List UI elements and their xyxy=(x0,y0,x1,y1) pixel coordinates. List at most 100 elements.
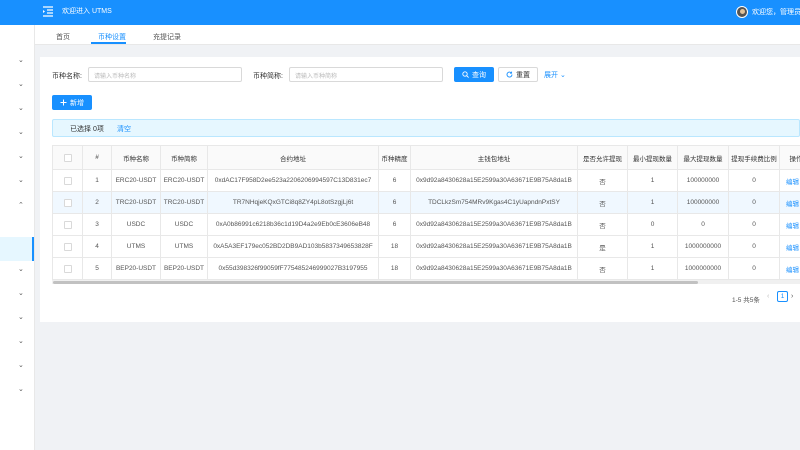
table-row: 1 ERC20-USDT ERC20-USDT 0xdAC17F958D2ee5… xyxy=(52,169,800,192)
currency-table: # 币种名称 币种简称 合约地址 币种精度 主钱包地址 是否允许提现 最小提现数… xyxy=(52,145,800,280)
query-button[interactable]: 查询 xyxy=(454,67,494,82)
chevron-down-icon[interactable]: ⌄ xyxy=(18,104,24,112)
chevron-down-icon[interactable]: ⌄ xyxy=(18,265,24,273)
table-row: 4 UTMS UTMS 0xA5A3EF179ec052BD2DB9AD103b… xyxy=(52,235,800,258)
table-row: 2 TRC20-USDT TRC20-USDT TR7NHqjeKQxGTCi8… xyxy=(52,191,800,214)
cell-actions: 编辑 删 xyxy=(779,191,800,214)
add-button-label: 新增 xyxy=(70,99,84,107)
page-number-current[interactable]: 1 xyxy=(777,291,788,302)
column-header: 操作 xyxy=(779,145,800,170)
tab-currency-settings[interactable]: 币种设置 xyxy=(98,32,126,42)
row-checkbox[interactable] xyxy=(52,169,83,192)
column-header: # xyxy=(82,145,112,170)
row-checkbox[interactable] xyxy=(52,257,83,280)
chevron-down-icon[interactable]: ⌄ xyxy=(18,176,24,184)
query-button-label: 查询 xyxy=(472,71,486,79)
cell-index: 5 xyxy=(82,257,112,280)
user-greeting[interactable]: 欢迎您，管理员 xyxy=(752,7,800,17)
cell-max-withdraw: 0 xyxy=(677,213,729,236)
chevron-down-icon[interactable]: ⌄ xyxy=(18,313,24,321)
row-checkbox[interactable] xyxy=(52,191,83,214)
reset-button-label: 重置 xyxy=(516,71,530,79)
active-tab-indicator xyxy=(91,42,126,44)
cell-contract: 0xdAC17F958D2ee523a2206206994597C13D831e… xyxy=(207,169,379,192)
cell-min-withdraw: 1 xyxy=(627,191,678,214)
cell-precision: 6 xyxy=(378,213,411,236)
row-checkbox[interactable] xyxy=(52,213,83,236)
chevron-down-icon[interactable]: ⌄ xyxy=(18,128,24,136)
avatar[interactable] xyxy=(736,6,748,18)
cell-contract: 0xA0b86991c6218b36c1d19D4a2e9Eb0cE3606eB… xyxy=(207,213,379,236)
column-header: 最大提现数量 xyxy=(677,145,729,170)
row-checkbox[interactable] xyxy=(52,235,83,258)
plus-icon xyxy=(60,99,67,106)
edit-link[interactable]: 编辑 xyxy=(786,223,799,230)
cell-max-withdraw: 1000000000 xyxy=(677,257,729,280)
edit-link[interactable]: 编辑 xyxy=(786,267,799,274)
edit-link[interactable]: 编辑 xyxy=(786,179,799,186)
cell-wallet: TDCLkzSm754MRv9Kgas4C1yUapndnPxtSY xyxy=(410,191,578,214)
chevron-right-icon[interactable]: › xyxy=(791,293,793,300)
cell-actions: 编辑 删 xyxy=(779,235,800,258)
chevron-down-icon: ⌄ xyxy=(559,72,566,79)
cell-wallet: 0x9d92a8430628a15E2599a30A63671E9B75A8da… xyxy=(410,213,578,236)
tab-deposit-withdraw-records[interactable]: 充提记录 xyxy=(153,32,181,42)
column-header: 最小提现数量 xyxy=(627,145,678,170)
cell-min-withdraw: 0 xyxy=(627,213,678,236)
cell-fee-ratio: 0 xyxy=(728,191,780,214)
add-button[interactable]: 新增 xyxy=(52,95,92,110)
cell-short: TRC20-USDT xyxy=(160,191,208,214)
edit-link[interactable]: 编辑 xyxy=(786,201,799,208)
cell-wallet: 0x9d92a8430628a15E2599a30A63671E9B75A8da… xyxy=(410,235,578,258)
cell-allow-withdraw: 否 xyxy=(577,257,628,280)
currency-name-label: 币种名称: xyxy=(52,73,82,80)
cell-short: USDC xyxy=(160,213,208,236)
cell-contract: TR7NHqjeKQxGTCi8q8ZY4pL8otSzgjLj6t xyxy=(207,191,379,214)
table-row: 5 BEP20-USDT BEP20-USDT 0x55d398326f9905… xyxy=(52,257,800,280)
cell-max-withdraw: 1000000000 xyxy=(677,235,729,258)
cell-fee-ratio: 0 xyxy=(728,169,780,192)
sidebar-active-item[interactable] xyxy=(0,237,34,261)
cell-actions: 编辑 删 xyxy=(779,257,800,280)
menu-fold-icon[interactable] xyxy=(42,5,54,17)
cell-name: TRC20-USDT xyxy=(111,191,161,214)
select-all-checkbox[interactable] xyxy=(52,145,83,170)
cell-fee-ratio: 0 xyxy=(728,235,780,258)
cell-contract: 0xA5A3EF179ec052BD2DB9AD103b583734965382… xyxy=(207,235,379,258)
cell-name: ERC20-USDT xyxy=(111,169,161,192)
chevron-down-icon[interactable]: ⌄ xyxy=(18,80,24,88)
expand-toggle[interactable]: 展开 ⌄ xyxy=(544,70,566,80)
column-header: 币种精度 xyxy=(378,145,411,170)
cell-contract: 0x55d398326f99059fF775485246999027B31979… xyxy=(207,257,379,280)
chevron-down-icon[interactable]: ⌄ xyxy=(18,385,24,393)
cell-min-withdraw: 1 xyxy=(627,235,678,258)
cell-precision: 18 xyxy=(378,257,411,280)
chevron-left-icon[interactable]: ‹ xyxy=(767,293,769,300)
page-tabs: 首页 币种设置 充提记录 xyxy=(35,25,800,45)
chevron-down-icon[interactable]: ⌄ xyxy=(18,361,24,369)
currency-short-input[interactable]: 请输入币种简称 xyxy=(289,67,443,82)
top-header: 欢迎进入 UTMS 欢迎您，管理员 xyxy=(0,0,800,25)
edit-link[interactable]: 编辑 xyxy=(786,245,799,252)
cell-actions: 编辑 删 xyxy=(779,213,800,236)
clear-selection-link[interactable]: 清空 xyxy=(117,124,131,134)
tab-home[interactable]: 首页 xyxy=(56,32,70,42)
cell-name: USDC xyxy=(111,213,161,236)
chevron-down-icon[interactable]: ⌄ xyxy=(18,56,24,64)
column-header: 主钱包地址 xyxy=(410,145,578,170)
chevron-up-icon[interactable]: ⌃ xyxy=(18,201,24,209)
column-header: 是否允许提现 xyxy=(577,145,628,170)
chevron-down-icon[interactable]: ⌄ xyxy=(18,152,24,160)
cell-short: BEP20-USDT xyxy=(160,257,208,280)
cell-precision: 6 xyxy=(378,169,411,192)
cell-allow-withdraw: 是 xyxy=(577,235,628,258)
chevron-down-icon[interactable]: ⌄ xyxy=(18,337,24,345)
cell-name: BEP20-USDT xyxy=(111,257,161,280)
scrollbar-thumb[interactable] xyxy=(53,281,698,284)
cell-allow-withdraw: 否 xyxy=(577,213,628,236)
cell-short: ERC20-USDT xyxy=(160,169,208,192)
welcome-title: 欢迎进入 UTMS xyxy=(62,8,112,15)
currency-name-input[interactable]: 请输入币种名称 xyxy=(88,67,242,82)
chevron-down-icon[interactable]: ⌄ xyxy=(18,289,24,297)
reset-button[interactable]: 重置 xyxy=(498,67,538,82)
